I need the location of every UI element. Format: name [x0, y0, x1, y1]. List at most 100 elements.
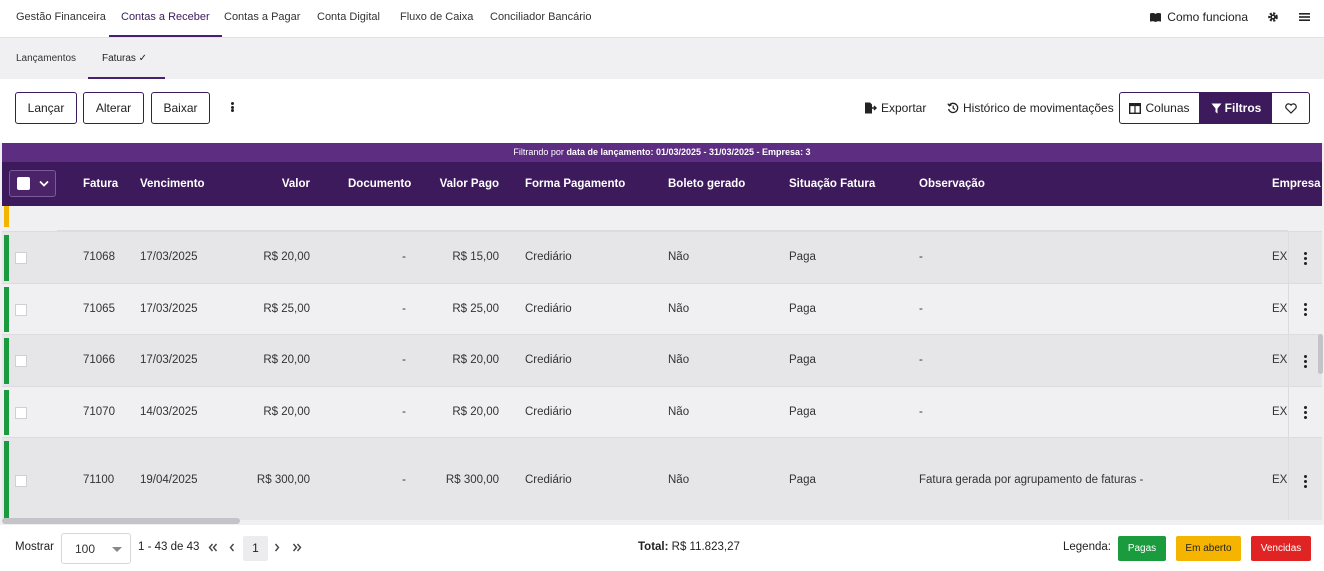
cell-fatura: 71066: [83, 354, 115, 366]
sub-navigation: Lançamentos Faturas ✓: [0, 38, 1324, 79]
cell-vencimento: 17/03/2025: [140, 303, 198, 315]
col-header-forma-pagamento[interactable]: Forma Pagamento: [525, 162, 625, 206]
page-size-select[interactable]: 100: [61, 533, 131, 564]
table-row[interactable]: 71070 14/03/2025 R$ 20,00 - R$ 20,00 Crediári…: [2, 386, 1322, 438]
tab-conciliador-bancario[interactable]: Conciliador Bancário: [478, 0, 604, 37]
status-bar-open: [4, 206, 9, 227]
cell-valor: R$ 20,00: [263, 251, 310, 263]
launch-button[interactable]: Lançar: [15, 92, 77, 124]
table-row[interactable]: 71066 17/03/2025 R$ 20,00 - R$ 20,00 Crediári…: [2, 334, 1322, 387]
legend-overdue-badge[interactable]: Vencidas: [1251, 536, 1311, 561]
cell-observacao: -: [919, 303, 923, 315]
first-page-icon[interactable]: [208, 541, 218, 555]
table-row[interactable]: 71068 17/03/2025 R$ 20,00 - R$ 15,00 Crediári…: [2, 231, 1322, 284]
row-checkbox[interactable]: [15, 475, 27, 487]
more-actions-kebab-icon[interactable]: [228, 99, 236, 115]
gear-icon[interactable]: [1266, 10, 1280, 24]
tab-faturas[interactable]: Faturas ✓: [88, 38, 165, 79]
tab-contas-a-receber[interactable]: Contas a Receber: [109, 0, 222, 37]
export-label: Exportar: [881, 101, 927, 115]
edit-button[interactable]: Alterar: [83, 92, 144, 124]
vertical-scrollbar[interactable]: [1318, 334, 1323, 374]
cell-empresa: EXC: [1272, 474, 1288, 486]
export-icon: [865, 102, 877, 114]
row-checkbox[interactable]: [15, 355, 27, 367]
history-label: Histórico de movimentações: [963, 101, 1114, 115]
export-button[interactable]: Exportar: [864, 100, 926, 116]
favorite-button[interactable]: [1272, 93, 1309, 123]
total-value: R$ 11.823,27: [671, 541, 740, 553]
col-header-valor[interactable]: Valor: [230, 162, 310, 206]
col-header-empresa[interactable]: Empresa: [1272, 162, 1321, 206]
row-actions-kebab-icon[interactable]: [1288, 438, 1322, 520]
cell-empresa: EXC: [1272, 303, 1288, 315]
status-bar-paid: [4, 235, 9, 281]
col-header-situacao-fatura[interactable]: Situação Fatura: [789, 162, 875, 206]
how-it-works-link[interactable]: Como funciona: [1149, 10, 1248, 24]
hamburger-icon[interactable]: [1297, 10, 1311, 24]
status-bar-paid: [4, 390, 9, 435]
heart-icon: [1284, 102, 1297, 114]
cell-forma-pagamento: Crediário: [525, 354, 572, 366]
col-header-boleto-gerado[interactable]: Boleto gerado: [668, 162, 745, 206]
filter-banner-criteria: data de lançamento: 01/03/2025 - 31/03/2…: [566, 147, 811, 157]
row-actions-kebab-icon[interactable]: [1288, 284, 1322, 335]
prev-page-icon[interactable]: [229, 541, 235, 555]
select-all-checkbox[interactable]: [17, 177, 30, 190]
cell-valor-pago: R$ 15,00: [452, 251, 499, 263]
current-page[interactable]: 1: [243, 536, 268, 561]
cell-observacao: -: [919, 354, 923, 366]
cell-boleto-gerado: Não: [668, 251, 690, 263]
filters-button[interactable]: Filtros: [1200, 93, 1272, 123]
cell-fatura: 71068: [83, 251, 115, 263]
row-checkbox[interactable]: [15, 304, 27, 316]
cell-documento: -: [402, 251, 406, 263]
legend-paid-badge[interactable]: Pagas: [1118, 536, 1166, 561]
horizontal-scrollbar[interactable]: [2, 518, 240, 524]
legend-open-badge[interactable]: Em aberto: [1176, 536, 1241, 561]
row-actions-kebab-icon[interactable]: [1288, 335, 1322, 387]
cell-documento: -: [402, 474, 406, 486]
tab-conta-digital[interactable]: Conta Digital: [305, 0, 392, 37]
table-row-partial[interactable]: [2, 206, 1322, 231]
settle-button[interactable]: Baixar: [151, 92, 210, 124]
tab-fluxo-de-caixa[interactable]: Fluxo de Caixa: [388, 0, 485, 37]
cell-fatura: 71065: [83, 303, 115, 315]
col-header-observacao[interactable]: Observação: [919, 162, 985, 206]
col-header-fatura[interactable]: Fatura: [83, 162, 118, 206]
cell-situacao: Paga: [789, 406, 816, 418]
tab-gestao-financeira[interactable]: Gestão Financeira: [4, 0, 118, 37]
legend-label: Legenda:: [1063, 541, 1111, 553]
pagination-range: 1 - 43 de 43: [138, 541, 200, 553]
last-page-icon[interactable]: [292, 541, 302, 555]
cell-forma-pagamento: Crediário: [525, 474, 572, 486]
columns-button[interactable]: Colunas: [1120, 93, 1200, 123]
select-all-dropdown[interactable]: [9, 170, 56, 197]
col-header-documento[interactable]: Documento: [348, 162, 411, 206]
cell-situacao: Paga: [789, 303, 816, 315]
cell-fatura: 71100: [83, 474, 115, 486]
history-button[interactable]: Histórico de movimentações: [947, 100, 1114, 116]
table-row[interactable]: 71065 17/03/2025 R$ 25,00 - R$ 25,00 Crediári…: [2, 283, 1322, 335]
tab-contas-a-pagar[interactable]: Contas a Pagar: [212, 0, 312, 37]
row-checkbox[interactable]: [15, 252, 27, 264]
tab-lancamentos[interactable]: Lançamentos: [2, 38, 90, 79]
cell-valor: R$ 300,00: [256, 474, 310, 486]
cell-observacao: Fatura gerada por agrupamento de faturas…: [919, 474, 1144, 486]
col-header-valor-pago[interactable]: Valor Pago: [420, 162, 499, 206]
toolbar: Lançar Alterar Baixar Exportar Histórico…: [0, 79, 1324, 143]
history-icon: [947, 102, 959, 114]
col-header-vencimento[interactable]: Vencimento: [140, 162, 205, 206]
total-label: Total:: [638, 541, 669, 553]
row-actions-kebab-icon[interactable]: [1288, 232, 1322, 284]
cell-valor: R$ 20,00: [263, 354, 310, 366]
cell-valor-pago: R$ 20,00: [452, 406, 499, 418]
cell-observacao: -: [919, 251, 923, 263]
cell-forma-pagamento: Crediário: [525, 303, 572, 315]
cell-boleto-gerado: Não: [668, 354, 690, 366]
table-row[interactable]: 71100 19/04/2025 R$ 300,00 - R$ 300,00 Crediá…: [2, 437, 1322, 520]
row-checkbox[interactable]: [15, 407, 27, 419]
cell-vencimento: 17/03/2025: [140, 354, 198, 366]
row-actions-kebab-icon[interactable]: [1288, 387, 1322, 438]
next-page-icon[interactable]: [274, 541, 280, 555]
